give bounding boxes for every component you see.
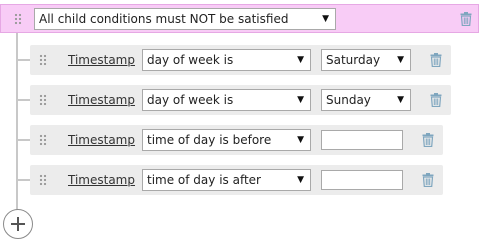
condition-operator-value: time of day is after <box>147 173 261 187</box>
condition-value-input[interactable] <box>321 130 403 150</box>
trash-icon[interactable] <box>430 93 442 107</box>
condition-operator-select[interactable]: day of week is ▼ <box>142 89 311 111</box>
group-operator-value: All child conditions must NOT be satisfi… <box>39 12 289 26</box>
condition-operator-select[interactable]: time of day is before ▼ <box>142 129 311 151</box>
condition-value-input[interactable] <box>321 170 403 190</box>
condition-row: Timestamp day of week is ▼ Saturday ▼ <box>30 45 451 75</box>
condition-field-link[interactable]: Timestamp <box>68 93 135 107</box>
trash-icon[interactable] <box>430 53 442 67</box>
drag-handle-icon[interactable] <box>14 13 22 25</box>
condition-group-header: All child conditions must NOT be satisfi… <box>0 4 479 33</box>
tree-branch-line <box>18 59 30 61</box>
condition-row: Timestamp time of day is before ▼ <box>30 125 443 155</box>
condition-operator-select[interactable]: day of week is ▼ <box>142 49 311 71</box>
condition-operator-select[interactable]: time of day is after ▼ <box>142 169 311 191</box>
chevron-down-icon: ▼ <box>297 175 304 185</box>
condition-operator-value: day of week is <box>147 93 234 107</box>
chevron-down-icon: ▼ <box>397 55 404 65</box>
tree-branch-line <box>18 139 30 141</box>
condition-value: Saturday <box>326 53 381 67</box>
tree-branch-line <box>18 99 30 101</box>
condition-value: Sunday <box>326 93 371 107</box>
condition-row: Timestamp day of week is ▼ Sunday ▼ <box>30 85 451 115</box>
condition-value-select[interactable]: Saturday ▼ <box>321 49 411 71</box>
trash-icon[interactable] <box>422 173 434 187</box>
condition-row: Timestamp time of day is after ▼ <box>30 165 443 195</box>
condition-field-link[interactable]: Timestamp <box>68 133 135 147</box>
trash-icon[interactable] <box>460 12 472 26</box>
condition-operator-value: time of day is before <box>147 133 272 147</box>
drag-handle-icon[interactable] <box>39 54 47 66</box>
trash-icon[interactable] <box>422 133 434 147</box>
group-operator-select[interactable]: All child conditions must NOT be satisfi… <box>34 8 336 30</box>
chevron-down-icon: ▼ <box>297 135 304 145</box>
drag-handle-icon[interactable] <box>39 134 47 146</box>
tree-branch-line <box>18 179 30 181</box>
add-condition-button[interactable] <box>3 209 33 239</box>
chevron-down-icon: ▼ <box>297 95 304 105</box>
condition-operator-value: day of week is <box>147 53 234 67</box>
chevron-down-icon: ▼ <box>322 14 329 24</box>
drag-handle-icon[interactable] <box>39 174 47 186</box>
condition-value-select[interactable]: Sunday ▼ <box>321 89 411 111</box>
condition-field-link[interactable]: Timestamp <box>68 53 135 67</box>
chevron-down-icon: ▼ <box>397 95 404 105</box>
condition-field-link[interactable]: Timestamp <box>68 173 135 187</box>
chevron-down-icon: ▼ <box>297 55 304 65</box>
drag-handle-icon[interactable] <box>39 94 47 106</box>
